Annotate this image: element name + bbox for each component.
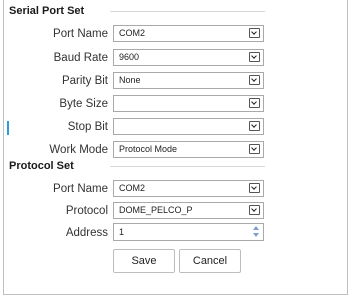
chevron-down-icon[interactable] — [249, 98, 260, 108]
protocol-set-title: Protocol Set — [9, 160, 74, 172]
spinner-up-icon[interactable] — [253, 226, 259, 230]
baud-rate-value: 9600 — [119, 52, 140, 62]
protocol-label: Protocol — [65, 205, 108, 217]
protocol-port-name-label: Port Name — [53, 183, 108, 195]
address-value: 1 — [119, 227, 125, 237]
section-divider — [110, 11, 265, 12]
chevron-down-icon[interactable] — [249, 52, 260, 62]
spinner-down-icon[interactable] — [253, 233, 259, 237]
cancel-button[interactable]: Cancel — [179, 249, 241, 273]
chevron-down-icon[interactable] — [249, 121, 260, 131]
section-divider — [110, 166, 265, 167]
work-mode-value: Protocol Mode — [119, 144, 178, 154]
byte-size-select[interactable] — [113, 95, 264, 112]
port-name-value: COM2 — [119, 28, 146, 38]
port-name-label: Port Name — [53, 28, 108, 40]
protocol-select[interactable]: DOME_PELCO_P — [113, 202, 264, 219]
chevron-down-icon[interactable] — [249, 75, 260, 85]
stop-bit-label: Stop Bit — [67, 121, 108, 133]
protocol-port-name-value: COM2 — [119, 183, 146, 193]
chevron-down-icon[interactable] — [249, 183, 260, 193]
protocol-value: DOME_PELCO_P — [119, 205, 193, 215]
byte-size-label: Byte Size — [59, 98, 108, 110]
baud-rate-label: Baud Rate — [53, 52, 108, 64]
save-button[interactable]: Save — [113, 249, 175, 273]
parity-bit-label: Parity Bit — [61, 75, 108, 87]
work-mode-label: Work Mode — [49, 144, 108, 156]
protocol-port-name-select[interactable]: COM2 — [113, 180, 264, 197]
serial-port-set-title: Serial Port Set — [9, 5, 85, 17]
baud-rate-select[interactable]: 9600 — [113, 49, 264, 66]
chevron-down-icon[interactable] — [249, 28, 260, 38]
parity-bit-value: None — [119, 75, 141, 85]
address-input[interactable]: 1 — [113, 223, 264, 241]
spinner-arrows-icon[interactable] — [253, 225, 260, 238]
stop-bit-select[interactable] — [113, 118, 264, 135]
chevron-down-icon[interactable] — [249, 205, 260, 215]
parity-bit-select[interactable]: None — [113, 72, 264, 89]
chevron-down-icon[interactable] — [249, 144, 260, 154]
address-label: Address — [65, 227, 108, 239]
port-name-select[interactable]: COM2 — [113, 25, 264, 42]
work-mode-select[interactable]: Protocol Mode — [113, 141, 264, 158]
